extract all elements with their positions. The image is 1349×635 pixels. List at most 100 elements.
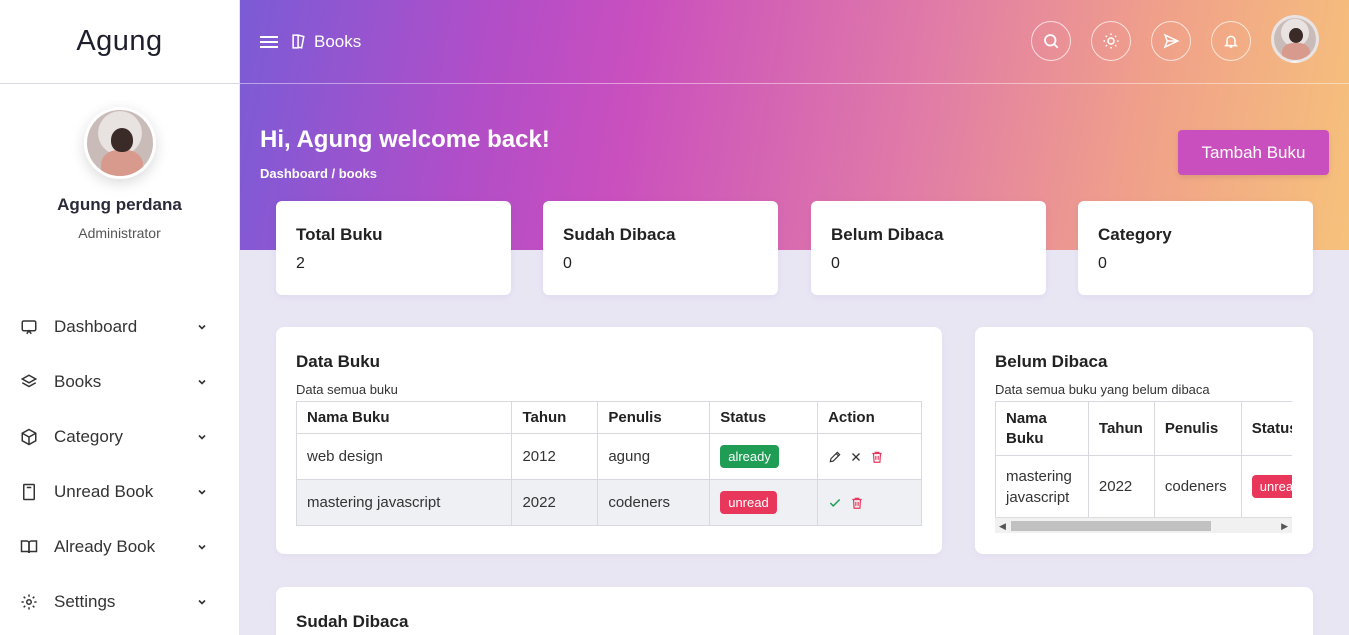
chevron-down-icon xyxy=(198,544,206,550)
sidebar-menu: Dashboard Books Category Unread Book Alr… xyxy=(0,299,239,629)
cell-nama: mastering javascript xyxy=(995,455,1089,518)
sudah-dibaca-card: Sudah Dibaca xyxy=(276,587,1313,635)
scroll-right-icon[interactable]: ▶ xyxy=(1281,521,1288,532)
search-button[interactable] xyxy=(1031,21,1071,61)
cell-tahun: 2022 xyxy=(511,479,599,526)
gear-icon xyxy=(20,593,38,611)
sidebar-item-label: Dashboard xyxy=(54,316,138,336)
breadcrumb[interactable]: Dashboard / books xyxy=(260,166,377,181)
column-header: Status xyxy=(1240,401,1292,456)
card-subtitle: Data semua buku yang belum dibaca xyxy=(995,382,1210,397)
scroll-left-icon[interactable]: ◀ xyxy=(999,521,1006,532)
topbar-title: Books xyxy=(314,31,362,51)
cell-penulis: codeners xyxy=(597,479,711,526)
card-title: Belum Dibaca xyxy=(995,352,1108,371)
chevron-down-icon xyxy=(198,489,206,495)
sidebar-item-label: Books xyxy=(54,371,102,391)
belum-dibaca-card: Belum Dibaca Data semua buku yang belum … xyxy=(975,327,1313,554)
close-icon[interactable] xyxy=(850,451,862,463)
open-book-icon xyxy=(20,538,38,556)
trash-icon[interactable] xyxy=(870,450,884,464)
table-row: web design 2012 agung already xyxy=(295,433,922,480)
cell-tahun: 2012 xyxy=(511,433,599,480)
sidebar-item-label: Already Book xyxy=(54,536,156,556)
hamburger-menu-icon[interactable] xyxy=(260,35,278,49)
scrollbar-thumb[interactable] xyxy=(1011,521,1211,531)
stat-card-total: Total Buku 2 xyxy=(276,201,511,295)
edit-icon[interactable] xyxy=(828,450,842,464)
data-buku-card: Data Buku Data semua buku Nama Buku Tahu… xyxy=(276,327,942,554)
cell-tahun: 2022 xyxy=(1087,455,1155,518)
books-table: Nama Buku Tahun Penulis Status Action we… xyxy=(295,401,922,526)
layers-icon xyxy=(20,373,38,391)
horizontal-scrollbar[interactable]: ◀ ▶ xyxy=(995,517,1292,533)
notification-button[interactable] xyxy=(1211,21,1251,61)
cell-status: unread xyxy=(1240,455,1292,518)
sidebar-item-label: Unread Book xyxy=(54,481,154,501)
sidebar-item-settings[interactable]: Settings xyxy=(0,574,239,629)
stat-label: Category xyxy=(1098,225,1172,244)
box-icon xyxy=(20,428,38,446)
cell-penulis: codeners xyxy=(1153,455,1242,518)
sidebar-item-books[interactable]: Books xyxy=(0,354,239,409)
card-title: Data Buku xyxy=(296,352,381,371)
brand-logo[interactable]: Agung xyxy=(0,0,239,84)
sidebar-item-unread-book[interactable]: Unread Book xyxy=(0,464,239,519)
add-book-button[interactable]: Tambah Buku xyxy=(1178,130,1329,175)
cell-nama: mastering javascript xyxy=(295,479,513,526)
send-icon xyxy=(1163,33,1180,49)
topbar: Books xyxy=(240,0,1349,84)
table-row: mastering javascript 2022 codeners unrea… xyxy=(295,479,922,526)
bookmark-icon xyxy=(20,483,38,501)
card-title: Sudah Dibaca xyxy=(296,612,409,631)
sidebar-item-category[interactable]: Category xyxy=(0,409,239,464)
page-title: Hi, Agung welcome back! xyxy=(260,126,550,153)
cell-nama: web design xyxy=(295,433,513,480)
stat-value: 0 xyxy=(831,255,840,272)
theme-toggle-button[interactable] xyxy=(1091,21,1131,61)
cell-status: unread xyxy=(709,479,819,526)
user-avatar-button[interactable] xyxy=(1271,15,1319,63)
sidebar-item-already-book[interactable]: Already Book xyxy=(0,519,239,574)
sidebar-item-label: Settings xyxy=(54,591,116,611)
check-icon[interactable] xyxy=(828,496,842,510)
search-icon xyxy=(1044,34,1059,49)
stat-card-category: Category 0 xyxy=(1078,201,1313,295)
cell-actions xyxy=(817,433,922,480)
column-header: Status xyxy=(709,401,819,434)
profile-section: Agung perdana Administrator xyxy=(0,84,239,241)
sidebar: Agung Agung perdana Administrator Dashbo… xyxy=(0,0,240,635)
column-header: Penulis xyxy=(597,401,711,434)
sidebar-item-dashboard[interactable]: Dashboard xyxy=(0,299,239,354)
sidebar-item-label: Category xyxy=(54,426,123,446)
status-badge: already xyxy=(720,445,779,468)
monitor-icon xyxy=(20,318,38,336)
unread-table: Nama Buku Tahun Penulis Status mastering… xyxy=(995,401,1292,518)
book-icon xyxy=(292,34,305,49)
table-row: mastering javascript 2022 codeners unrea… xyxy=(995,455,1292,518)
unread-table-scroll[interactable]: Nama Buku Tahun Penulis Status mastering… xyxy=(995,401,1292,533)
stat-value: 2 xyxy=(296,255,305,272)
column-header: Nama Buku xyxy=(295,401,513,434)
status-badge: unread xyxy=(720,491,777,514)
stat-value: 0 xyxy=(563,255,572,272)
stat-value: 0 xyxy=(1098,255,1107,272)
stat-label: Sudah Dibaca xyxy=(563,225,676,244)
profile-name: Agung perdana xyxy=(57,195,182,214)
column-header: Nama Buku xyxy=(995,401,1089,456)
status-badge: unread xyxy=(1251,475,1292,498)
trash-icon[interactable] xyxy=(850,496,864,510)
column-header: Tahun xyxy=(1087,401,1155,456)
cell-status: already xyxy=(709,433,819,480)
sun-icon xyxy=(1103,33,1119,49)
chevron-down-icon xyxy=(198,599,206,605)
card-subtitle: Data semua buku xyxy=(296,382,398,397)
avatar[interactable] xyxy=(83,107,156,179)
chevron-down-icon xyxy=(198,379,206,385)
send-button[interactable] xyxy=(1151,21,1191,61)
chevron-down-icon xyxy=(198,324,206,330)
topbar-actions xyxy=(1031,15,1319,63)
stat-card-read: Sudah Dibaca 0 xyxy=(543,201,778,295)
stat-label: Total Buku xyxy=(296,225,383,244)
column-header: Tahun xyxy=(511,401,599,434)
